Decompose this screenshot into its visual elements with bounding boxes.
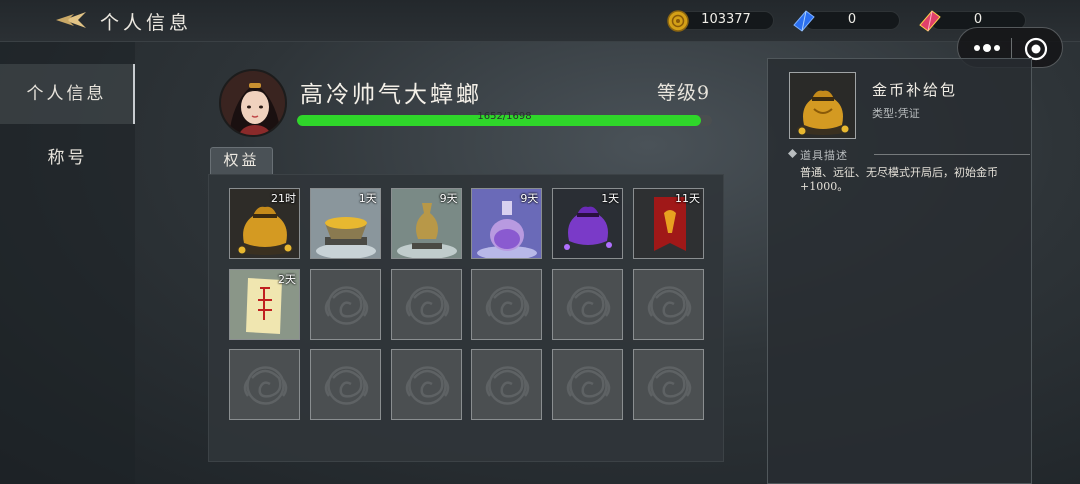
description-title: 道具描述 — [800, 149, 848, 162]
empty-slot-emblem-icon — [391, 269, 461, 339]
benefit-slot[interactable]: 11天 — [633, 188, 704, 259]
description-divider — [874, 154, 1030, 155]
detail-item-type: 类型:凭证 — [872, 107, 920, 120]
benefit-slot[interactable]: 2天 — [229, 268, 300, 340]
detail-item-name: 金币补给包 — [872, 81, 958, 99]
diamond-bullet-icon — [788, 149, 797, 158]
empty-slot-emblem-icon — [310, 269, 380, 339]
capsule-divider — [1011, 38, 1012, 59]
empty-slot-emblem-icon — [472, 350, 542, 419]
tab-benefits[interactable]: 权益 — [210, 147, 273, 174]
empty-slot[interactable] — [633, 268, 704, 340]
empty-slot-emblem-icon — [310, 350, 380, 419]
player-name: 高冷帅气大蟑螂 — [300, 82, 482, 108]
empty-slot[interactable] — [229, 349, 300, 420]
empty-slot[interactable] — [309, 268, 381, 340]
detail-description: 普通、远征、无尽模式开局后，初始金币+1000。 — [800, 166, 998, 193]
benefit-duration: 9天 — [520, 192, 539, 205]
empty-slot[interactable] — [633, 349, 704, 420]
blue-crystal-currency: 0 — [792, 10, 902, 32]
empty-slot[interactable] — [552, 349, 624, 420]
benefit-slot[interactable]: 9天 — [390, 188, 462, 259]
side-nav: 个人信息 称号 — [0, 42, 135, 484]
benefit-duration: 9天 — [439, 192, 458, 205]
player-level: 等级9 — [657, 82, 711, 104]
empty-slot[interactable] — [552, 268, 624, 340]
empty-slot-emblem-icon — [472, 269, 542, 339]
benefit-slot[interactable]: 1天 — [552, 188, 624, 259]
gold-pouch-icon — [790, 73, 855, 138]
benefits-grid: 21时 1天 9天 9天 1天 11天 2天 — [208, 174, 724, 462]
empty-slot[interactable] — [471, 268, 543, 340]
empty-slot-emblem-icon — [230, 350, 299, 419]
avatar-portrait-icon — [221, 71, 285, 135]
page-title: 个人信息 — [100, 12, 193, 34]
detail-item-icon — [789, 72, 856, 139]
empty-slot[interactable] — [309, 349, 381, 420]
blue-crystal-value: 0 — [847, 12, 857, 27]
item-detail-panel: 金币补给包 类型:凭证 道具描述 普通、远征、无尽模式开局后，初始金币+1000… — [767, 58, 1032, 484]
benefit-duration: 11天 — [675, 192, 700, 205]
benefit-slot[interactable]: 9天 — [471, 188, 543, 259]
empty-slot[interactable] — [390, 268, 462, 340]
benefit-slot[interactable]: 1天 — [309, 188, 381, 259]
empty-slot[interactable] — [471, 349, 543, 420]
pink-crystal-value: 0 — [973, 12, 983, 27]
empty-slot-emblem-icon — [634, 269, 703, 339]
benefit-duration: 2天 — [278, 272, 296, 286]
gold-value: 103377 — [701, 12, 751, 27]
benefit-duration: 1天 — [601, 192, 620, 205]
benefit-duration: 1天 — [358, 192, 377, 205]
empty-slot[interactable] — [390, 349, 462, 420]
back-arrow-icon[interactable] — [52, 8, 90, 32]
description-header: 道具描述 — [788, 147, 1030, 162]
gold-currency: 103377 — [666, 10, 776, 32]
more-dots-icon[interactable] — [970, 40, 1004, 56]
empty-slot-emblem-icon — [634, 350, 703, 419]
benefit-duration: 21时 — [271, 192, 296, 205]
benefit-slot[interactable]: 21时 — [229, 188, 300, 259]
nav-item-titles[interactable]: 称号 — [0, 128, 135, 188]
empty-slot-emblem-icon — [553, 269, 623, 339]
nav-item-profile[interactable]: 个人信息 — [0, 64, 135, 124]
avatar[interactable] — [219, 69, 287, 137]
empty-slot-emblem-icon — [391, 350, 461, 419]
top-bar: 个人信息 103377 0 0 — [0, 0, 1080, 42]
empty-slot-emblem-icon — [553, 350, 623, 419]
xp-text: 1652/1698 — [477, 111, 532, 122]
